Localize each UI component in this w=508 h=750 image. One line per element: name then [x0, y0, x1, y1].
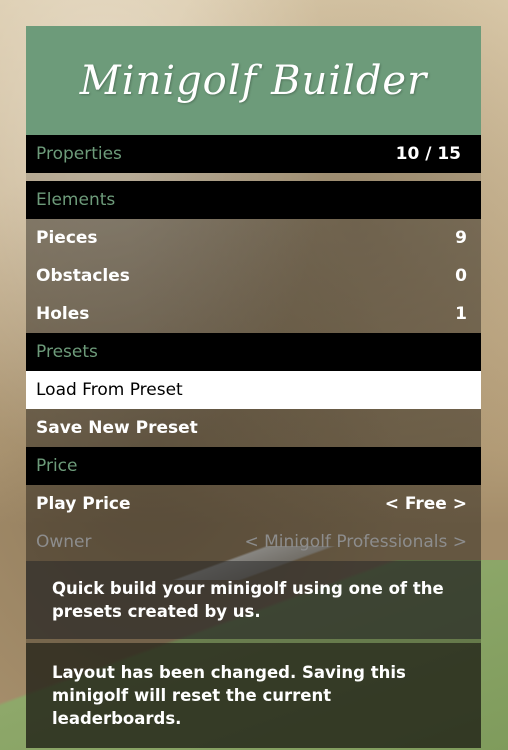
item-label: Save New Preset	[36, 418, 198, 438]
item-label: Play Price	[36, 494, 131, 514]
menu-item-obstacles[interactable]: Obstacles 0	[26, 257, 481, 295]
section-elements: Elements	[26, 181, 481, 219]
item-label: Owner	[36, 532, 92, 552]
item-value: 0	[455, 266, 467, 286]
menu-banner: Minigolf Builder	[26, 26, 481, 135]
menu-subheader: Properties 10 / 15	[26, 135, 481, 173]
item-value: 1	[455, 304, 467, 324]
price-selector[interactable]: < Free >	[385, 494, 467, 514]
section-label: Elements	[36, 190, 116, 210]
menu-item-pieces[interactable]: Pieces 9	[26, 219, 481, 257]
menu-item-load-from-preset[interactable]: Load From Preset	[26, 371, 481, 409]
warning-message: Layout has been changed. Saving this min…	[26, 643, 481, 748]
menu-title: Minigolf Builder	[79, 57, 428, 104]
menu-item-holes[interactable]: Holes 1	[26, 295, 481, 333]
item-description: Quick build your minigolf using one of t…	[26, 561, 481, 639]
item-value: 9	[455, 228, 467, 248]
subheader-gap	[26, 173, 481, 181]
menu-item-owner: Owner < Minigolf Professionals >	[26, 523, 481, 561]
owner-selector: < Minigolf Professionals >	[244, 532, 467, 552]
menu-item-play-price[interactable]: Play Price < Free >	[26, 485, 481, 523]
section-price: Price	[26, 447, 481, 485]
section-label: Price	[36, 456, 78, 476]
item-label: Holes	[36, 304, 90, 324]
subheader-label: Properties	[36, 144, 122, 164]
item-counter: 10 / 15	[395, 144, 461, 164]
menu-item-save-new-preset[interactable]: Save New Preset	[26, 409, 481, 447]
builder-menu: Minigolf Builder Properties 10 / 15 Elem…	[26, 26, 481, 748]
item-label: Obstacles	[36, 266, 130, 286]
section-presets: Presets	[26, 333, 481, 371]
section-label: Presets	[36, 342, 98, 362]
item-label: Load From Preset	[36, 380, 183, 400]
item-label: Pieces	[36, 228, 98, 248]
